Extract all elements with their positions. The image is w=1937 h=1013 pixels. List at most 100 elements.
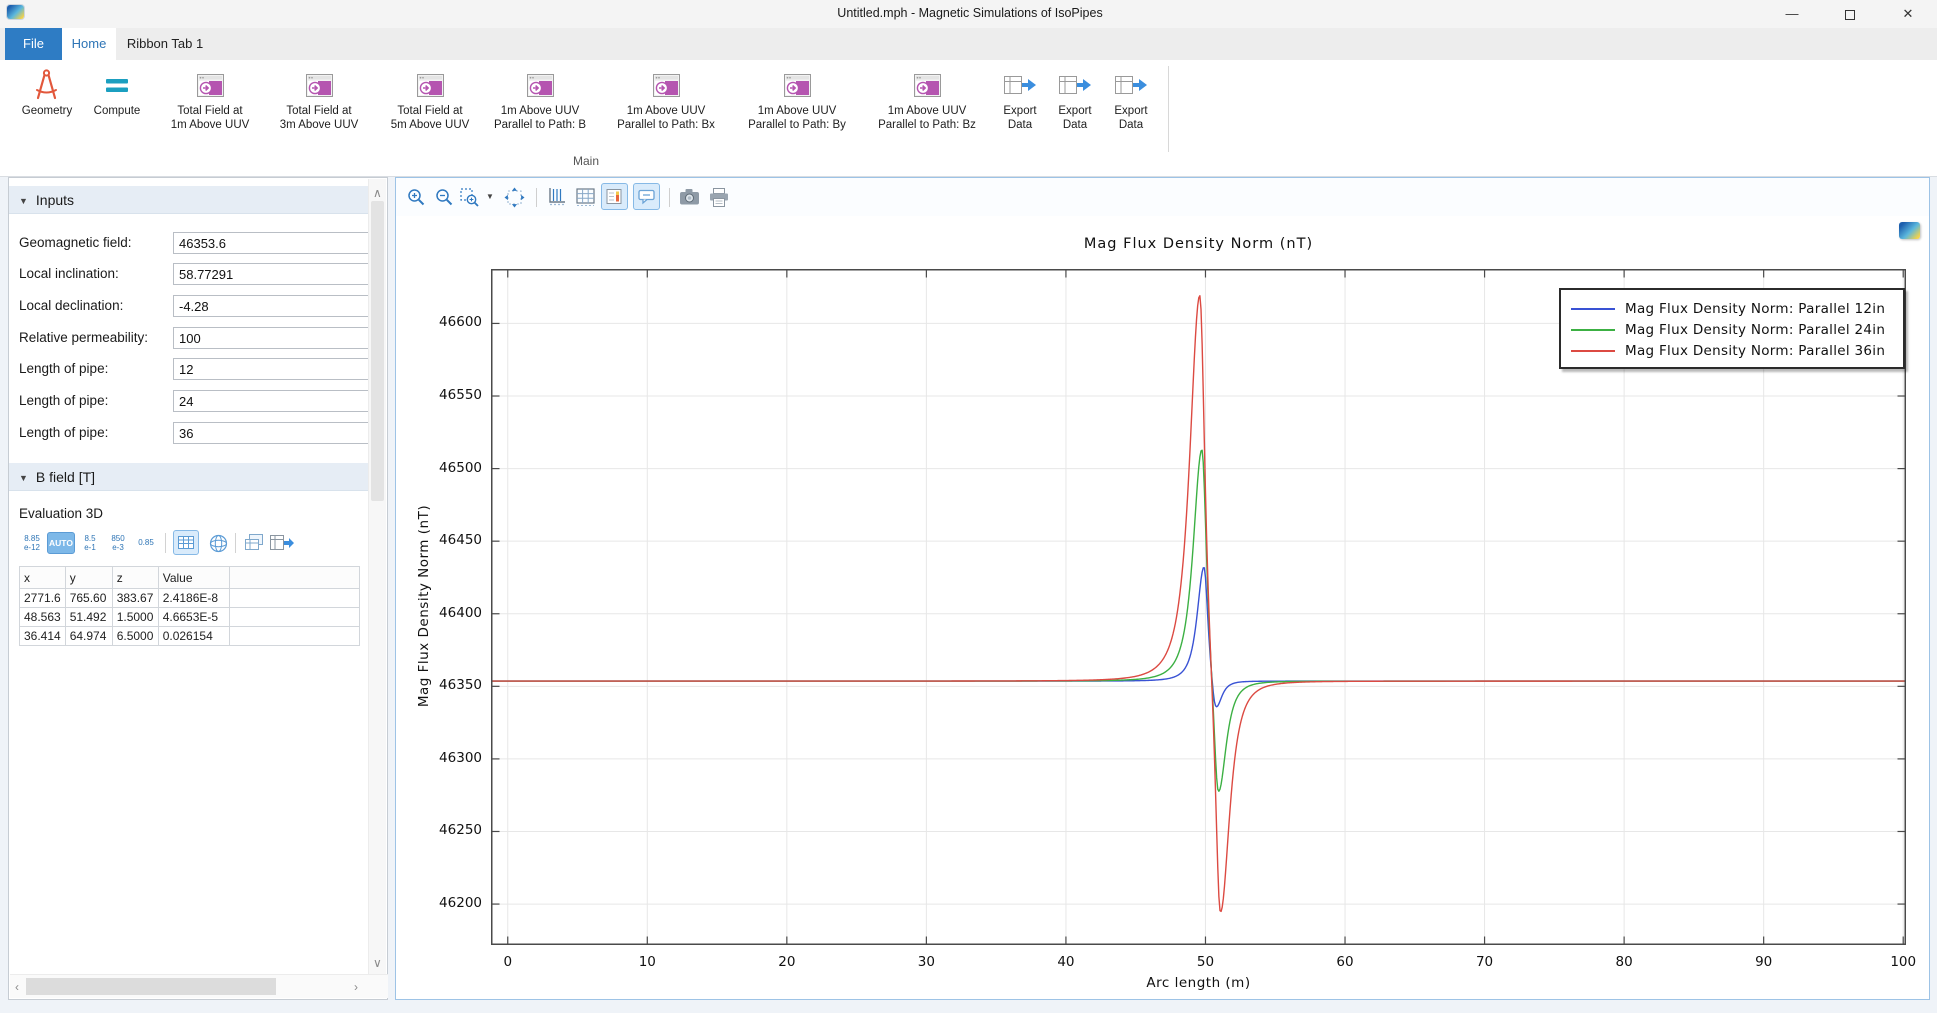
column-header-value[interactable]: Value [158,567,229,589]
pipe-length-36-label: Length of pipe: [19,425,108,440]
column-header-empty [229,567,359,589]
tab-file[interactable]: File [5,28,62,60]
geomagnetic-field-input[interactable] [173,232,369,254]
format-top: 850 [105,534,131,543]
legend-entry: Mag Flux Density Norm: Parallel 24in [1571,320,1885,340]
button-label: Total Field at [152,104,268,118]
minimize-button[interactable]: — [1769,0,1815,28]
grid-button[interactable] [574,185,598,209]
total-field-1m-button[interactable]: Total Field at1m Above UUV [152,66,268,132]
maximize-button[interactable] [1827,0,1873,28]
legend-icon [606,188,623,205]
button-label-2: Data [1105,118,1157,132]
x-tick-label: 40 [1041,954,1091,970]
parallel-path-bx-button[interactable]: 1m Above UUVParallel to Path: Bx [601,66,731,132]
pipe-length-24-label: Length of pipe: [19,393,108,408]
local-declination-label: Local declination: [19,298,123,313]
button-label: Total Field at [261,104,377,118]
export-data-button-3[interactable]: ExportData [1105,66,1157,132]
horizontal-scroll-thumb[interactable] [26,978,276,995]
y-tick-label: 46600 [396,314,482,330]
local-inclination-input[interactable] [173,263,369,285]
tab-ribbon-tab-1[interactable]: Ribbon Tab 1 [116,28,214,60]
automatic-notation-button[interactable]: AUTO [47,532,75,554]
bfield-section-header[interactable]: ▼B field [T] [9,463,369,491]
printer-icon [709,188,729,207]
full-precision-button[interactable]: 8.85 e-12 [19,530,45,552]
y-tick-label: 46250 [396,822,482,838]
plot-curve [491,450,1905,791]
table-row[interactable]: 2771.6 765.60 383.67 2.4186E-8 [20,589,360,608]
parallel-path-by-button[interactable]: 1m Above UUVParallel to Path: By [732,66,862,132]
vertical-scroll-thumb[interactable] [371,201,384,501]
evaluation-table: x y z Value 2771.6 765.60 383.67 2.4186E… [19,566,360,646]
axis-settings-button[interactable] [544,185,568,209]
pipe-length-24-input[interactable] [173,390,369,412]
export-data-button-1[interactable]: ExportData [994,66,1046,132]
zoom-out-button[interactable] [432,185,456,209]
button-label: Compute [84,104,150,118]
sphere-view-button[interactable] [207,532,229,554]
print-button[interactable] [707,185,731,209]
tooltip-icon [638,189,656,205]
parallel-path-bz-button[interactable]: 1m Above UUVParallel to Path: Bz [862,66,992,132]
vertical-scrollbar[interactable]: ∧ ∨ [368,179,386,975]
scroll-left-icon[interactable]: ‹ [15,975,19,999]
close-button[interactable]: ✕ [1885,0,1931,28]
zoom-in-button[interactable] [404,185,428,209]
relative-permeability-label: Relative permeability: [19,330,148,345]
column-header-y[interactable]: y [65,567,112,589]
zoom-box-button[interactable] [458,185,482,209]
parallel-path-b-button[interactable]: 1m Above UUVParallel to Path: B [475,66,605,132]
format-top: 8.5 [77,534,103,543]
y-tick-label: 46300 [396,750,482,766]
pipe-length-36-input[interactable] [173,422,369,444]
x-tick-label: 90 [1739,954,1789,970]
column-header-z[interactable]: z [112,567,158,589]
plot-window-icon [152,66,268,104]
tab-home[interactable]: Home [62,28,116,60]
button-label-2: 5m Above UUV [372,118,488,132]
equals-icon [84,66,150,104]
cell: 2.4186E-8 [158,589,229,608]
evaluation-3d-label: Evaluation 3D [19,506,103,521]
table-row[interactable]: 36.414 64.974 6.5000 0.026154 [20,627,360,646]
export-data-button-2[interactable]: ExportData [1049,66,1101,132]
export-data-icon [1049,66,1101,104]
zoom-box-dropdown-icon[interactable]: ▼ [486,192,494,201]
relative-permeability-input[interactable] [173,327,369,349]
snapshot-button[interactable] [677,185,701,209]
pipe-length-12-input[interactable] [173,358,369,380]
export-table-button[interactable] [269,532,295,554]
engineering-notation-button[interactable]: 8.5 e-1 [77,530,103,552]
table-view-button[interactable] [173,530,199,555]
inputs-section-header[interactable]: ▼Inputs [9,186,369,214]
plot-area[interactable] [491,269,1906,945]
ribbon-tab-bar: File Home Ribbon Tab 1 [0,28,1937,60]
table-header-row: x y z Value [20,567,360,589]
scroll-right-icon[interactable]: › [354,975,358,999]
zoom-extents-button[interactable] [502,185,526,209]
scientific-notation-button[interactable]: 850 e-3 [105,530,131,552]
column-header-x[interactable]: x [20,567,66,589]
geometry-button[interactable]: Geometry [12,66,82,118]
total-field-5m-button[interactable]: Total Field at5m Above UUV [372,66,488,132]
local-declination-input[interactable] [173,295,369,317]
grid-icon [576,187,596,207]
toolbar-separator [536,188,537,207]
local-inclination-label: Local inclination: [19,266,119,281]
plot-window-icon [601,66,731,104]
horizontal-scrollbar[interactable]: ‹ › [10,974,388,998]
export-data-icon [1105,66,1157,104]
button-label: Export [994,104,1046,118]
total-field-3m-button[interactable]: Total Field at3m Above UUV [261,66,377,132]
decimal-notation-button[interactable]: 0.85 [133,530,159,547]
tooltip-toggle-button[interactable] [633,183,660,210]
scroll-down-icon[interactable]: ∨ [373,951,382,975]
export-data-icon [994,66,1046,104]
legend-toggle-button[interactable] [601,183,628,210]
table-row[interactable]: 48.563 51.492 1.5000 4.6653E-5 [20,608,360,627]
compute-button[interactable]: Compute [84,66,150,118]
copy-table-button[interactable] [243,532,267,554]
window-title: Untitled.mph - Magnetic Simulations of I… [600,6,1340,20]
